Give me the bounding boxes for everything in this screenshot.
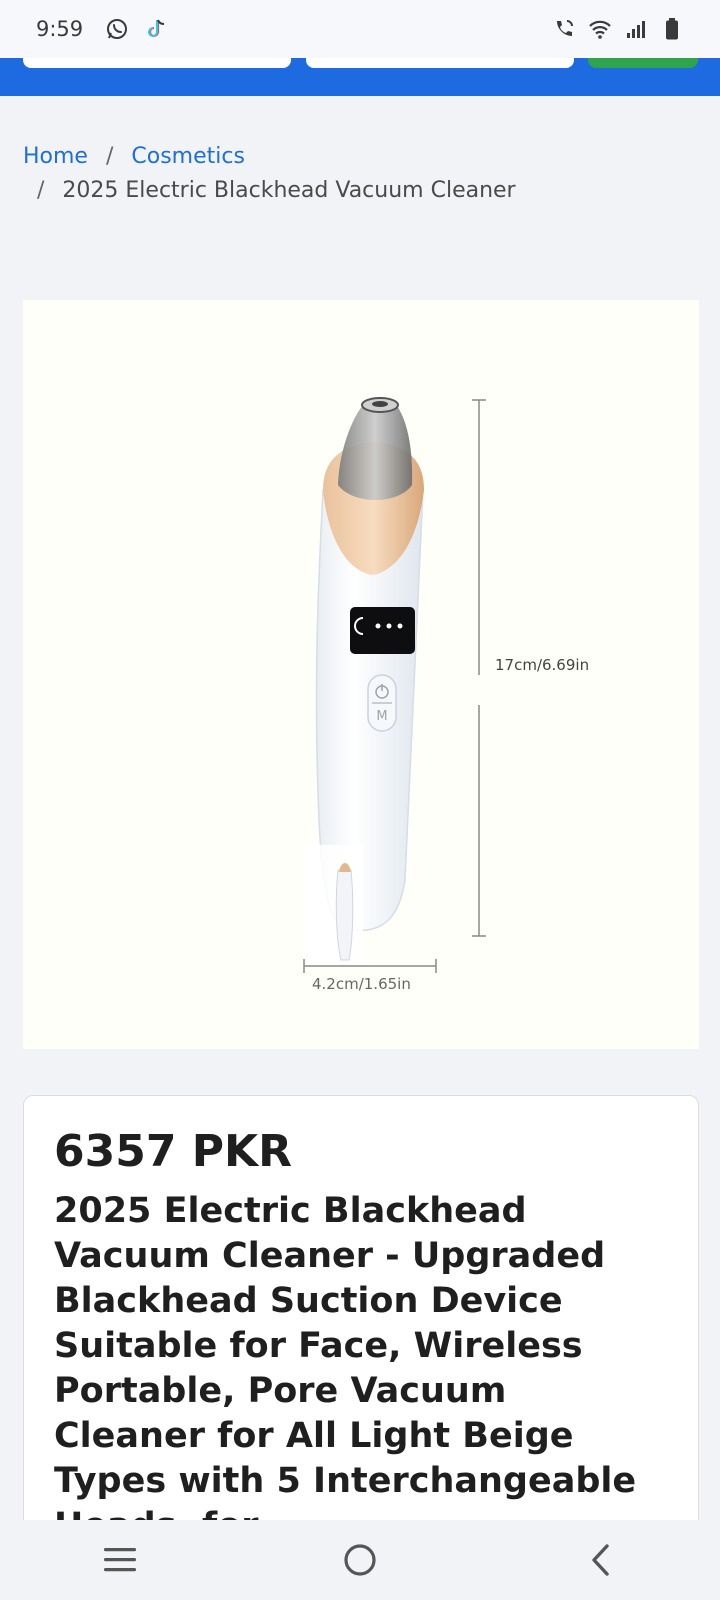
header-action-button[interactable] [588, 58, 698, 68]
breadcrumb-separator: / [105, 144, 114, 169]
product-info-card: 6357 PKR 2025 Electric Blackhead Vacuum … [23, 1095, 699, 1555]
back-chevron-icon[interactable] [570, 1530, 630, 1590]
breadcrumb-current: 2025 Electric Blackhead Vacuum Cleaner [62, 178, 516, 203]
breadcrumb-separator: / [37, 178, 45, 203]
device-head [338, 403, 413, 500]
header-search-field[interactable] [23, 58, 291, 68]
svg-text:M: M [376, 709, 387, 724]
breadcrumb-cosmetics-link[interactable]: Cosmetics [131, 140, 245, 174]
status-bar: 9:59 [0, 0, 720, 58]
wifi-calling-icon [552, 17, 576, 41]
product-price: 6357 PKR [54, 1126, 293, 1177]
breadcrumb-row-2: / 2025 Electric Blackhead Vacuum Cleaner [23, 174, 703, 208]
product-image[interactable]: M 17cm/6.69in 4.2cm/1.65in [23, 300, 699, 1049]
signal-icon [624, 17, 648, 41]
header-location-field[interactable] [306, 58, 574, 68]
breadcrumb-home-link[interactable]: Home [23, 140, 88, 174]
system-nav-bar [0, 1520, 720, 1600]
product-title: 2025 Electric Blackhead Vacuum Cleaner -… [54, 1191, 637, 1546]
battery-icon [660, 17, 684, 41]
whatsapp-icon [105, 17, 129, 41]
status-left: 9:59 [36, 17, 169, 41]
status-right [552, 17, 684, 41]
height-label: 17cm/6.69in [495, 656, 589, 674]
site-header [0, 58, 720, 96]
menu-icon[interactable] [90, 1530, 150, 1590]
device-display [350, 607, 415, 654]
breadcrumb-row-1: Home / Cosmetics [23, 140, 703, 174]
tiktok-icon [145, 17, 169, 41]
wifi-icon [588, 17, 612, 41]
home-circle-icon[interactable] [330, 1530, 390, 1590]
breadcrumb: Home / Cosmetics / 2025 Electric Blackhe… [23, 140, 703, 208]
product-illustration: M 17cm/6.69in 4.2cm/1.65in [303, 397, 593, 993]
status-time: 9:59 [36, 17, 84, 41]
width-label: 4.2cm/1.65in [312, 975, 411, 993]
